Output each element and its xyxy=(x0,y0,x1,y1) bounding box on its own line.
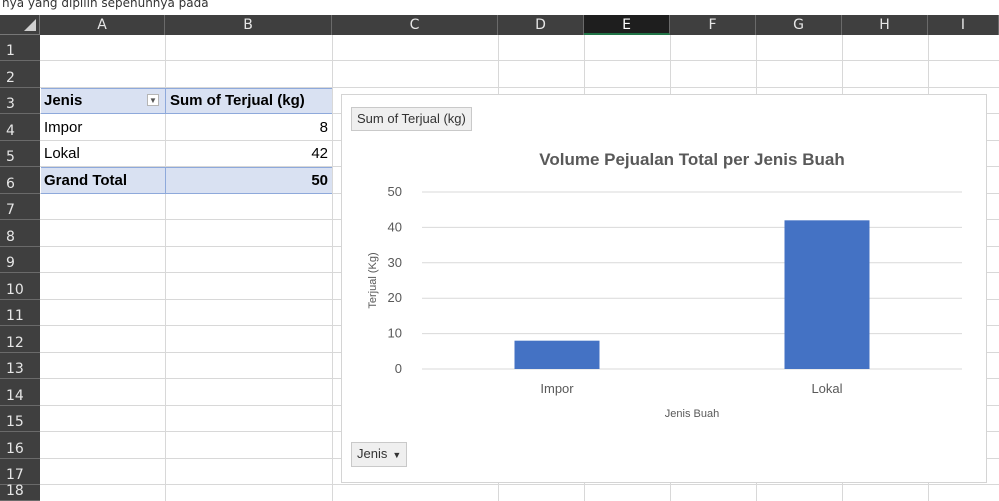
row-header-11[interactable]: 11 xyxy=(0,300,40,326)
bar-lokal xyxy=(784,220,870,369)
x-tick-label: Lokal xyxy=(811,381,842,396)
row-number: 15 xyxy=(6,414,24,430)
row-number: 13 xyxy=(6,361,24,377)
row-header-3[interactable]: 3 xyxy=(0,88,40,114)
row-header-9[interactable]: 9 xyxy=(0,247,40,273)
pivot-header-value: Sum of Terjual (kg) xyxy=(170,92,305,109)
row-number: 14 xyxy=(6,388,24,404)
pivot-grand-total-label[interactable]: Grand Total xyxy=(41,167,165,194)
y-tick-label: 30 xyxy=(388,255,402,270)
x-axis-label: Jenis Buah xyxy=(665,408,719,420)
row-header-5[interactable]: 5 xyxy=(0,141,40,167)
column-header-i[interactable]: I xyxy=(928,15,999,35)
pivot-row-label[interactable]: Lokal xyxy=(41,141,165,167)
filter-dropdown-icon[interactable]: ▼ xyxy=(147,94,159,106)
bar-impor xyxy=(514,340,600,369)
row-header-10[interactable]: 10 xyxy=(0,273,40,300)
column-header-f[interactable]: F xyxy=(670,15,756,35)
spreadsheet[interactable]: A B C D E F G H I 1 2 3 4 5 6 7 8 9 10 1… xyxy=(0,15,999,501)
pivot-grand-total-value[interactable]: 50 xyxy=(165,167,332,194)
pivot-row-value[interactable]: 8 xyxy=(165,114,332,141)
top-text: nya yang dipilih sepenuhnya pada xyxy=(2,0,209,10)
pivot-row-label[interactable]: Impor xyxy=(41,114,165,141)
row-number: 7 xyxy=(6,202,15,218)
column-header-b[interactable]: B xyxy=(165,15,332,35)
grid-line xyxy=(40,484,999,485)
row-number: 10 xyxy=(6,282,24,298)
row-number: 12 xyxy=(6,335,24,351)
row-header-16[interactable]: 16 xyxy=(0,432,40,459)
row-header-2[interactable]: 2 xyxy=(0,61,40,88)
y-tick-label: 40 xyxy=(388,219,402,234)
column-header-c[interactable]: C xyxy=(332,15,498,35)
row-header-1[interactable]: 1 xyxy=(0,35,40,61)
pivot-chart[interactable]: Sum of Terjual (kg) Jenis ▼ Volume Pejual… xyxy=(341,94,987,483)
column-header-d[interactable]: D xyxy=(498,15,584,35)
pivot-header-field-cell[interactable]: Jenis ▼ xyxy=(41,88,165,114)
row-number: 5 xyxy=(6,149,15,165)
row-header-18[interactable]: 18 xyxy=(0,483,40,501)
row-number: 4 xyxy=(6,123,15,139)
y-axis-label: Terjual (Kg) xyxy=(367,252,379,308)
row-number: 18 xyxy=(6,483,24,499)
y-tick-label: 10 xyxy=(388,326,402,341)
row-header-14[interactable]: 14 xyxy=(0,379,40,406)
pivot-header-field: Jenis xyxy=(44,92,83,109)
y-tick-label: 0 xyxy=(395,361,402,376)
bar-chart-svg: Volume Pejualan Total per Jenis Buah 0 10 2… xyxy=(367,150,962,420)
column-header-h[interactable]: H xyxy=(842,15,928,35)
column-header-a[interactable]: A xyxy=(40,15,165,35)
chart-title: Volume Pejualan Total per Jenis Buah xyxy=(539,150,844,169)
row-number: 1 xyxy=(6,43,15,59)
row-header-8[interactable]: 8 xyxy=(0,220,40,247)
row-header-17[interactable]: 17 xyxy=(0,459,40,485)
row-header-4[interactable]: 4 xyxy=(0,114,40,141)
column-header-e[interactable]: E xyxy=(584,15,670,35)
pivot-row-value[interactable]: 42 xyxy=(165,141,332,167)
y-tick-label: 20 xyxy=(388,290,402,305)
row-header-12[interactable]: 12 xyxy=(0,326,40,353)
row-number: 3 xyxy=(6,96,15,112)
row-number: 16 xyxy=(6,441,24,457)
select-all-triangle-icon xyxy=(24,19,36,31)
pivot-header-value-cell[interactable]: Sum of Terjual (kg) xyxy=(165,88,332,114)
y-tick-label: 50 xyxy=(388,184,402,199)
top-clipped-text: nya yang dipilih sepenuhnya pada xyxy=(0,0,999,15)
row-number: 2 xyxy=(6,70,15,86)
row-header-6[interactable]: 6 xyxy=(0,167,40,194)
select-all-corner[interactable] xyxy=(0,15,40,35)
row-number: 6 xyxy=(6,176,15,192)
row-number: 8 xyxy=(6,229,15,245)
row-header-7[interactable]: 7 xyxy=(0,194,40,220)
x-tick-label: Impor xyxy=(540,381,574,396)
grid-line xyxy=(40,60,999,61)
row-number: 11 xyxy=(6,308,24,324)
row-number: 17 xyxy=(6,467,24,483)
row-header-13[interactable]: 13 xyxy=(0,353,40,379)
row-header-15[interactable]: 15 xyxy=(0,406,40,432)
column-header-g[interactable]: G xyxy=(756,15,842,35)
row-number: 9 xyxy=(6,255,15,271)
